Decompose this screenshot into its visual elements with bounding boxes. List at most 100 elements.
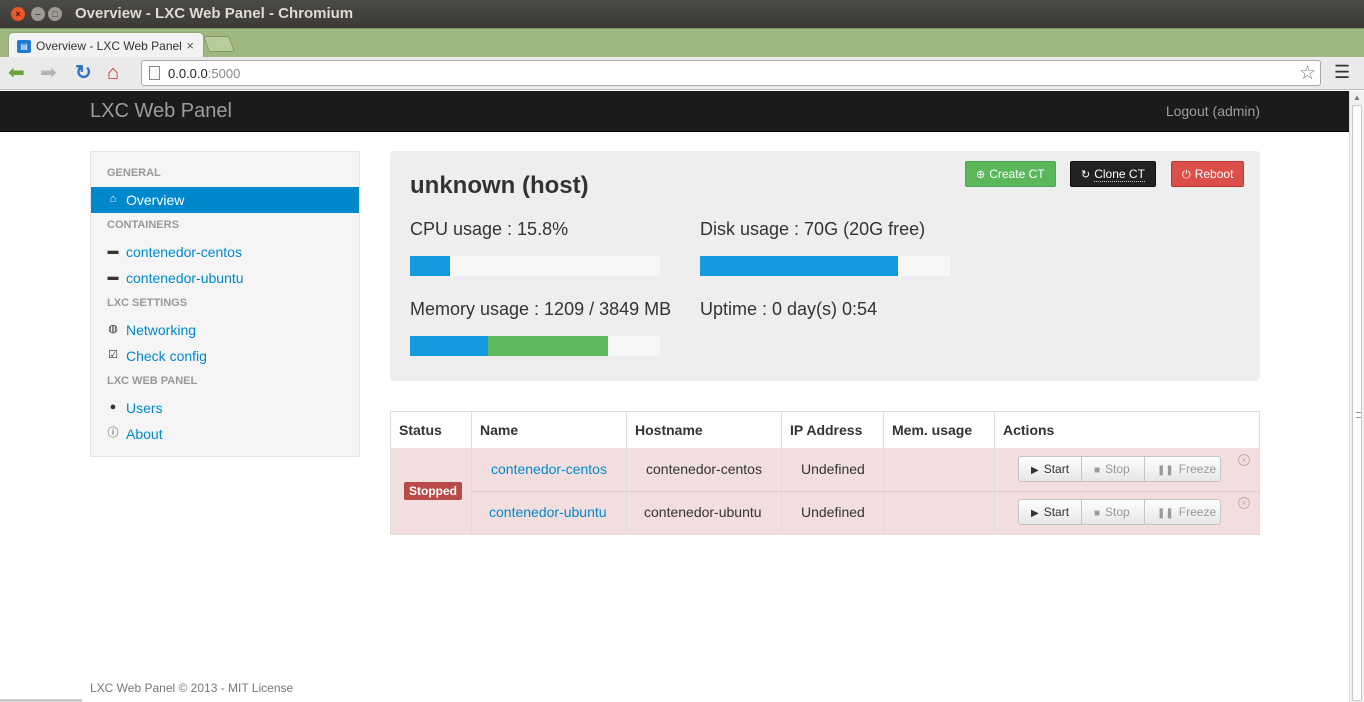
- cpu-progress-bar: [410, 256, 660, 276]
- scrollbar-thumb[interactable]: [1352, 105, 1362, 701]
- row-divider: [472, 491, 1260, 492]
- container-hostname: contenedor-ubuntu: [644, 504, 762, 520]
- start-button[interactable]: ▶ Start: [1018, 499, 1082, 525]
- sidebar-item-label: contenedor-ubuntu: [126, 270, 244, 286]
- container-name-link[interactable]: contenedor-ubuntu: [489, 504, 607, 520]
- back-arrow-icon[interactable]: ⬅: [8, 62, 25, 84]
- containers-table-header: Status Name Hostname IP Address Mem. usa…: [390, 411, 1260, 449]
- logout-link[interactable]: Logout (admin): [1166, 103, 1260, 119]
- sidebar-item-container[interactable]: ▬ contenedor-centos: [91, 239, 359, 265]
- remove-icon[interactable]: ×: [1238, 497, 1250, 509]
- tab-close-icon[interactable]: ×: [186, 38, 194, 53]
- pause-icon: ❚❚: [1157, 508, 1174, 519]
- nav-header-lxc-settings: LXC SETTINGS: [107, 297, 188, 309]
- vertical-scrollbar[interactable]: ▲: [1349, 91, 1364, 702]
- column-header-status: Status: [399, 422, 442, 438]
- sidebar-item-label: Users: [126, 400, 163, 416]
- plus-circle-icon: ⊕: [976, 169, 986, 181]
- refresh-icon: ↻: [1081, 169, 1091, 181]
- window-titlebar: × – □ Overview - LXC Web Panel - Chromiu…: [0, 0, 1364, 28]
- column-divider: [626, 412, 627, 449]
- url-text: 0.0.0.0:5000: [168, 66, 241, 81]
- page-footer: LXC Web Panel © 2013 - MIT License: [90, 681, 294, 695]
- reboot-button[interactable]: ⏻ Reboot: [1171, 161, 1245, 187]
- column-header-name: Name: [480, 422, 519, 438]
- create-ct-button[interactable]: ⊕ Create CT: [965, 161, 1056, 187]
- column-header-actions: Actions: [1003, 422, 1055, 438]
- browser-tabstrip: ▤ Overview - LXC Web Panel ×: [0, 28, 1364, 59]
- hdd-icon: ▬: [107, 271, 119, 283]
- status-badge: Stopped: [404, 482, 462, 500]
- globe-icon: ◍: [108, 323, 118, 335]
- containers-table-body: Stopped contenedor-centos contenedor-cen…: [390, 448, 1260, 535]
- home-icon: ⌂: [109, 193, 117, 205]
- page-icon: [149, 66, 160, 80]
- user-icon: ●: [109, 401, 117, 413]
- disk-progress-bar: [700, 256, 950, 276]
- forward-arrow-icon[interactable]: ➡: [40, 62, 57, 84]
- new-tab-button[interactable]: [203, 36, 235, 52]
- freeze-button[interactable]: ❚❚ Freeze: [1144, 456, 1221, 482]
- sidebar-item-label: About: [126, 426, 163, 442]
- play-icon: ▶: [1031, 508, 1039, 519]
- sidebar-item-about[interactable]: ⓘ About: [91, 421, 359, 447]
- menu-icon[interactable]: ☰: [1334, 62, 1350, 83]
- column-divider: [994, 412, 995, 449]
- column-header-ip-address: IP Address: [790, 422, 863, 438]
- disk-progress-fill: [700, 256, 898, 276]
- sidebar-item-users[interactable]: ● Users: [91, 395, 359, 421]
- sidebar-item-check-config[interactable]: ☑ Check config: [91, 343, 359, 369]
- sidebar-item-label: Networking: [126, 322, 197, 338]
- start-button[interactable]: ▶ Start: [1018, 456, 1082, 482]
- address-bar[interactable]: 0.0.0.0:5000 ☆: [141, 60, 1321, 86]
- sidebar-item-overview[interactable]: ⌂ Overview: [91, 187, 359, 213]
- freeze-button[interactable]: ❚❚ Freeze: [1144, 499, 1221, 525]
- clone-ct-button[interactable]: ↻ Clone CT: [1070, 161, 1156, 187]
- column-divider: [883, 412, 884, 449]
- scroll-up-arrow-icon[interactable]: ▲: [1353, 93, 1361, 102]
- container-ip: Undefined: [801, 461, 865, 477]
- home-icon[interactable]: ⌂: [107, 62, 119, 84]
- bookmark-star-icon[interactable]: ☆: [1299, 62, 1316, 85]
- nav-header-lxc-web-panel: LXC WEB PANEL: [107, 375, 198, 387]
- hdd-icon: ▬: [107, 245, 119, 257]
- sidebar-item-label: contenedor-centos: [126, 244, 242, 260]
- browser-toolbar: ⬅ ➡ ↻ ⌂ 0.0.0.0:5000 ☆ ☰: [0, 57, 1364, 90]
- stop-button[interactable]: ■ Stop: [1081, 456, 1145, 482]
- container-name-link[interactable]: contenedor-centos: [491, 461, 607, 477]
- column-header-hostname: Hostname: [635, 422, 703, 438]
- sidebar: GENERAL ⌂ Overview CONTAINERS ▬ contened…: [90, 151, 360, 457]
- sidebar-item-label: Check config: [126, 348, 207, 364]
- tab-title: Overview - LXC Web Panel: [36, 39, 182, 53]
- power-icon: ⏻: [1182, 169, 1191, 181]
- sidebar-item-container[interactable]: ▬ contenedor-ubuntu: [91, 265, 359, 291]
- reload-icon[interactable]: ↻: [75, 62, 92, 84]
- window-close-button[interactable]: ×: [11, 7, 25, 21]
- container-hostname: contenedor-centos: [646, 461, 762, 477]
- page-viewport: LXC Web Panel Logout (admin) GENERAL ⌂ O…: [0, 91, 1349, 702]
- nav-header-containers: CONTAINERS: [107, 219, 179, 231]
- window-maximize-button[interactable]: □: [48, 7, 62, 21]
- window-minimize-button[interactable]: –: [31, 7, 45, 21]
- stop-icon: ■: [1094, 508, 1101, 519]
- column-divider: [781, 412, 782, 449]
- remove-icon[interactable]: ×: [1238, 454, 1250, 466]
- cpu-usage-label: CPU usage : 15.8%: [410, 219, 569, 239]
- favicon-icon: ▤: [17, 40, 31, 53]
- check-icon: ☑: [108, 349, 118, 361]
- uptime-label: Uptime : 0 day(s) 0:54: [700, 299, 878, 319]
- scrollbar-grip: [1356, 412, 1361, 418]
- nav-header-general: GENERAL: [107, 167, 161, 179]
- cpu-progress-fill: [410, 256, 450, 276]
- pause-icon: ❚❚: [1157, 465, 1174, 476]
- column-divider: [471, 412, 472, 449]
- browser-tab[interactable]: ▤ Overview - LXC Web Panel ×: [8, 32, 204, 59]
- play-icon: ▶: [1031, 465, 1039, 476]
- stop-button[interactable]: ■ Stop: [1081, 499, 1145, 525]
- column-header-mem-usage: Mem. usage: [892, 422, 973, 438]
- brand-link[interactable]: LXC Web Panel: [90, 100, 232, 123]
- stop-icon: ■: [1094, 465, 1101, 476]
- sidebar-item-networking[interactable]: ◍ Networking: [91, 317, 359, 343]
- info-icon: ⓘ: [107, 427, 119, 439]
- sidebar-item-label: Overview: [126, 192, 185, 208]
